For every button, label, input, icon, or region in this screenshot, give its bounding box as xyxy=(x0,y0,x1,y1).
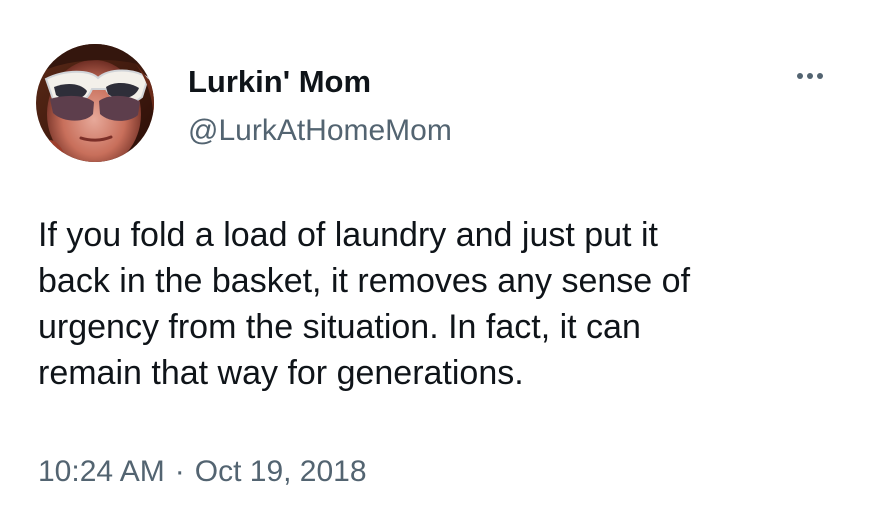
more-dot xyxy=(797,73,803,79)
tweet-text-line: urgency from the situation. In fact, it … xyxy=(38,308,641,346)
tweet-timestamp: 10:24 AM · Oct 19, 2018 xyxy=(38,452,367,492)
tweet-text-line: If you fold a load of laundry and just p… xyxy=(38,216,658,254)
tweet-text-line: back in the basket, it removes any sense… xyxy=(38,262,691,300)
display-name[interactable]: Lurkin' Mom xyxy=(188,64,608,100)
tweet-header: Lurkin' Mom @LurkAtHomeMom xyxy=(36,44,836,168)
author-info: Lurkin' Mom @LurkAtHomeMom xyxy=(188,64,608,148)
more-dot xyxy=(817,73,823,79)
tweet-text-line: remain that way for generations. xyxy=(38,354,524,392)
user-handle[interactable]: @LurkAtHomeMom xyxy=(188,114,608,148)
timestamp-separator: · xyxy=(174,455,185,488)
more-options-icon[interactable] xyxy=(788,64,832,88)
more-dot xyxy=(807,73,813,79)
profile-avatar[interactable] xyxy=(36,44,154,162)
tweet-text: If you fold a load of laundry and just p… xyxy=(38,212,843,396)
tweet-card: Lurkin' Mom @LurkAtHomeMom If you fold a… xyxy=(0,0,869,532)
timestamp-time[interactable]: 10:24 AM xyxy=(38,454,165,490)
timestamp-date[interactable]: Oct 19, 2018 xyxy=(195,454,367,490)
